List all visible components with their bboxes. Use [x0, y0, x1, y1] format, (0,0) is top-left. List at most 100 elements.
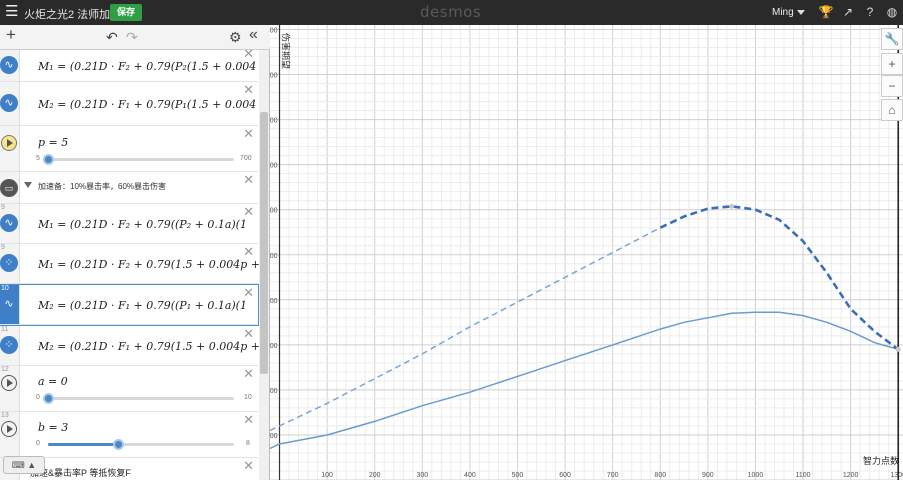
slider-max: 8 [246, 440, 250, 447]
slider-knob[interactable] [113, 439, 124, 450]
wrench-icon[interactable]: 🔧 [881, 28, 903, 50]
graph-canvas[interactable]: 100 200 300 400 500 600 700 800 900 1000 1100 1200 1… [270, 25, 903, 480]
chevron-down-icon[interactable] [24, 182, 32, 188]
close-icon[interactable]: ✕ [243, 459, 254, 472]
wave-icon[interactable]: ∿ [0, 295, 18, 313]
expression-row[interactable]: 9 ⁘ M₁ = (0.21D · F₂ + 0.79(1.5 + 0.004p… [0, 244, 260, 284]
zoom-out-icon[interactable]: − [881, 75, 903, 97]
graph-paper[interactable]: 100 200 300 400 500 600 700 800 900 1000 1100 1200 1… [270, 25, 903, 480]
y-tick-label: 140000 [270, 163, 278, 170]
zoom-in-icon[interactable]: + [881, 53, 903, 75]
dotted-wave-icon[interactable]: ⁘ [0, 254, 18, 272]
scrollbar-thumb[interactable] [260, 112, 268, 374]
wave-icon[interactable]: ∿ [0, 56, 18, 74]
close-icon[interactable]: ✕ [243, 205, 254, 218]
x-tick-label: 500 [512, 472, 524, 479]
graph-title[interactable]: 火炬之光2 法师加点 [24, 6, 121, 22]
globe-icon[interactable]: ◍ [884, 4, 900, 20]
user-menu[interactable]: Ming [772, 7, 794, 18]
expression-row[interactable]: 11 ⁘ M₂ = (0.21D · F₁ + 0.79(1.5 + 0.004… [0, 326, 260, 366]
slider-max: 700 [240, 155, 252, 162]
expression-row[interactable]: ∿ M₁ = (0.21D · F₂ + 0.79(P₂(1.5 + 0.004… [0, 50, 258, 82]
close-icon[interactable]: ✕ [243, 367, 254, 380]
y-tick-label: 120000 [270, 208, 278, 215]
slider-track[interactable] [43, 154, 234, 165]
close-icon[interactable]: ✕ [243, 127, 254, 140]
slider-knob[interactable] [43, 154, 54, 165]
play-icon[interactable] [1, 135, 17, 151]
max-point [729, 203, 735, 209]
x-tick-label: 200 [369, 472, 381, 479]
expression-text[interactable]: a = 0 [38, 375, 68, 388]
expression-scrollbar[interactable] [259, 50, 269, 480]
slider-knob[interactable] [43, 393, 54, 404]
close-icon[interactable]: ✕ [243, 286, 254, 299]
slider-min: 0 [36, 394, 40, 401]
settings-icon[interactable]: ⚙ [229, 28, 242, 46]
collapse-panel-icon[interactable]: « [249, 26, 258, 44]
slider-track[interactable] [43, 393, 234, 404]
x-tick-label: 300 [416, 472, 428, 479]
wave-icon[interactable]: ∿ [0, 94, 18, 112]
play-icon[interactable] [1, 421, 17, 437]
expression-row-active[interactable]: 10 ∿ M₂ = (0.21D · F₁ + 0.79((P₁ + 0.1a)… [0, 284, 259, 326]
expression-text[interactable]: b = 3 [38, 421, 68, 434]
expression-text[interactable]: M₂ = (0.21D · F₁ + 0.79(P₁(1.5 + 0.004 [38, 98, 256, 111]
redo-icon[interactable]: ↷ [126, 28, 138, 46]
slider-min: 0 [36, 440, 40, 447]
intersection-point [895, 346, 901, 352]
expression-toolbar: + ↶ ↷ ⚙ « [0, 25, 270, 50]
x-tick-label: 1100 [796, 472, 811, 479]
folder-label[interactable]: 加速备：10%暴击率，60%暴击伤害 [38, 181, 166, 192]
y-tick-label: 200000 [270, 28, 278, 35]
close-icon[interactable]: ✕ [243, 413, 254, 426]
home-icon[interactable]: ⌂ [881, 99, 903, 121]
chevron-down-icon[interactable] [797, 10, 805, 15]
add-expression-button[interactable]: + [6, 26, 16, 44]
close-icon[interactable]: ✕ [243, 83, 254, 96]
trophy-icon[interactable]: 🏆 [818, 4, 834, 20]
slider-row[interactable]: 12 a = 0 0 10 ✕ [0, 366, 258, 412]
series-line-2 [270, 227, 661, 432]
help-icon[interactable]: ? [862, 4, 878, 20]
wave-icon[interactable]: ∿ [0, 214, 18, 232]
expression-row[interactable]: ∿ M₂ = (0.21D · F₁ + 0.79(P₁(1.5 + 0.004… [0, 82, 258, 126]
close-icon[interactable]: ✕ [243, 245, 254, 258]
y-tick-label: 80000 [270, 298, 278, 305]
y-tick-label: 100000 [270, 253, 278, 260]
expression-text[interactable]: M₂ = (0.21D · F₁ + 0.79((P₁ + 0.1a)(1 [38, 299, 247, 312]
folder-row[interactable]: ▭ 加速备：10%暴击率，60%暴击伤害 ✕ [0, 172, 258, 204]
y-tick-label: 20000 [270, 433, 278, 440]
expression-list: ∿ M₁ = (0.21D · F₂ + 0.79(P₂(1.5 + 0.004… [0, 50, 270, 480]
slider-row[interactable]: 13 b = 3 0 8 ✕ [0, 412, 258, 458]
slider-max: 10 [244, 394, 252, 401]
close-icon[interactable]: ✕ [243, 327, 254, 340]
folder-icon[interactable]: ▭ [0, 179, 18, 197]
expression-text[interactable]: M₁ = (0.21D · F₂ + 0.79(1.5 + 0.004p + [38, 258, 260, 271]
keyboard-toggle-button[interactable]: ⌨ ▲ [3, 456, 45, 474]
expression-text[interactable]: p = 5 [38, 136, 68, 149]
desmos-logo: desmos [420, 3, 482, 21]
expression-row[interactable]: 9 ∿ M₁ = (0.21D · F₂ + 0.79((P₂ + 0.1a)(… [0, 204, 258, 244]
expression-text[interactable]: M₁ = (0.21D · F₂ + 0.79(P₂(1.5 + 0.004 [38, 60, 256, 73]
slider-row[interactable]: p = 5 5 700 ✕ [0, 126, 258, 172]
play-icon[interactable] [1, 375, 17, 391]
close-icon[interactable]: ✕ [243, 50, 254, 60]
y-tick-label: 180000 [270, 73, 278, 80]
slider-track[interactable] [48, 439, 234, 450]
x-tick-label: 400 [464, 472, 476, 479]
dotted-wave-icon[interactable]: ⁘ [0, 336, 18, 354]
x-tick-label: 1300 [890, 472, 903, 479]
y-axis-label: 伤害期望 [281, 33, 292, 69]
undo-icon[interactable]: ↶ [106, 28, 118, 46]
share-icon[interactable]: ↗ [840, 4, 856, 20]
expression-partial-text[interactable]: 加速&暴击率P 等抵恢复F [30, 466, 131, 479]
x-tick-label: 900 [702, 472, 714, 479]
x-tick-label: 1000 [748, 472, 764, 479]
save-button[interactable]: 保存 [110, 4, 142, 21]
expression-text[interactable]: M₁ = (0.21D · F₂ + 0.79((P₂ + 0.1a)(1 [38, 218, 247, 231]
hamburger-icon[interactable]: ☰ [5, 4, 19, 20]
close-icon[interactable]: ✕ [243, 173, 254, 186]
x-tick-label: 800 [654, 472, 666, 479]
expression-text[interactable]: M₂ = (0.21D · F₁ + 0.79(1.5 + 0.004p + [38, 340, 260, 353]
